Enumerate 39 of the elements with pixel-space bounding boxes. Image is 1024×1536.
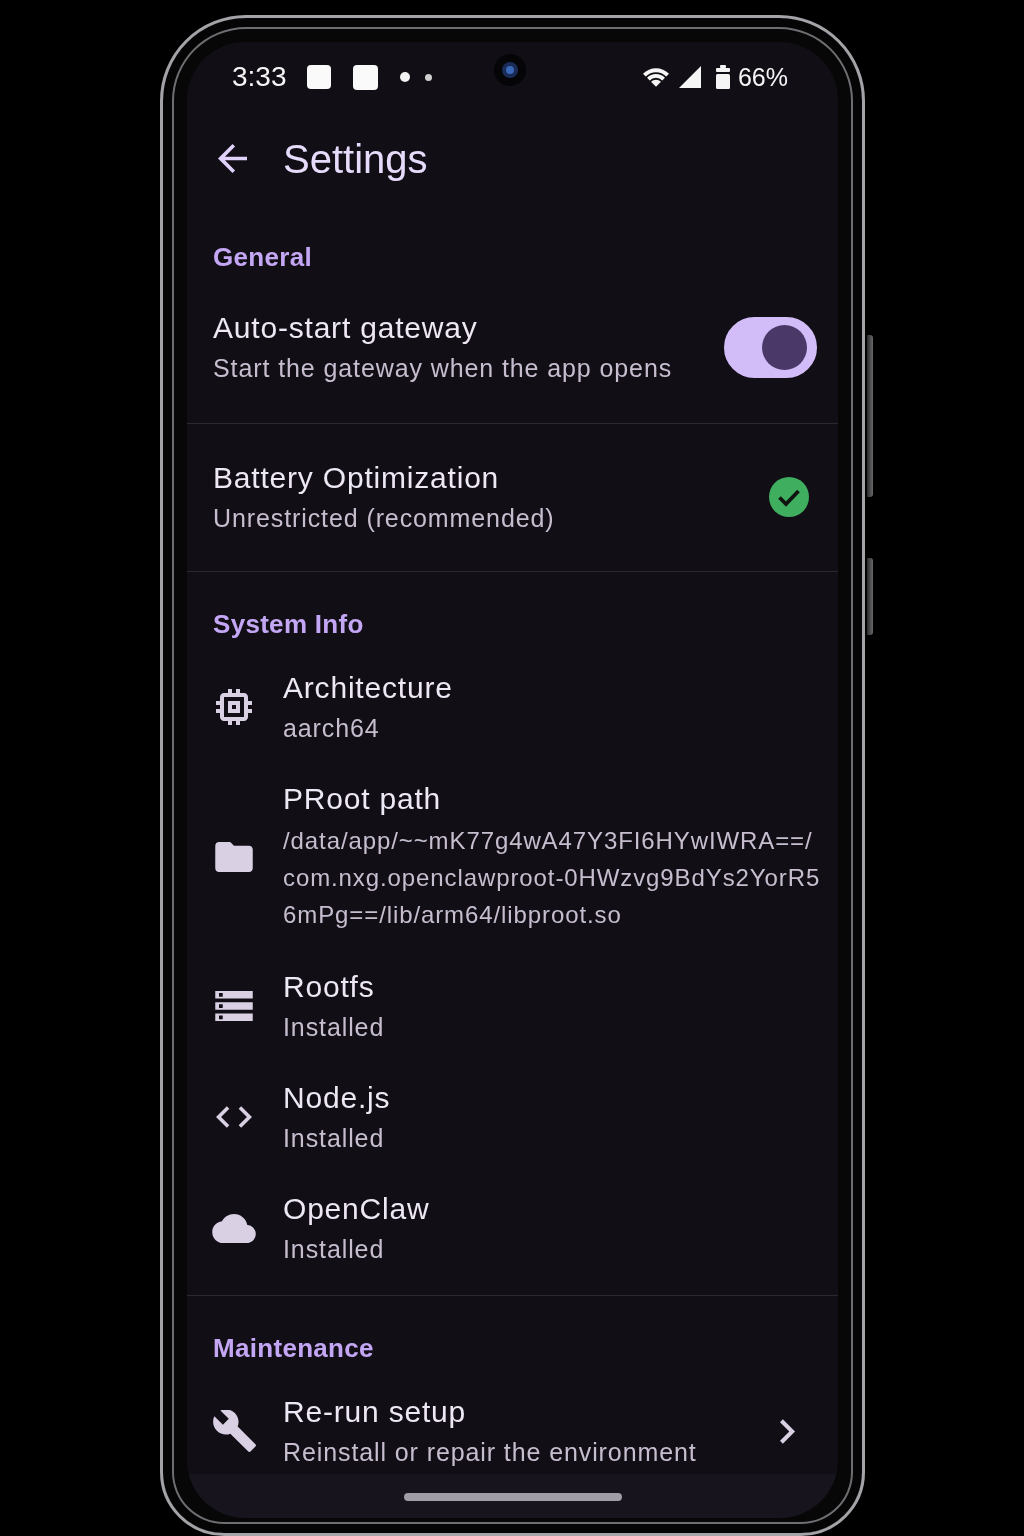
- setting-title: Architecture: [283, 670, 453, 706]
- status-time: 3:33: [232, 61, 287, 93]
- screen-title: Settings: [283, 135, 428, 182]
- setting-title: Battery Optimization: [213, 460, 500, 496]
- dot-icon: [424, 73, 432, 81]
- storage-icon: [215, 991, 253, 1021]
- setting-subtitle: aarch64: [283, 713, 380, 744]
- notification-icon: [352, 64, 378, 90]
- cloud-icon: [212, 1213, 256, 1243]
- section-header: System Info: [213, 608, 364, 640]
- toggle-switch[interactable]: [724, 316, 817, 378]
- wifi-icon: [642, 67, 669, 87]
- signal-icon: [678, 66, 701, 88]
- path-text: /data/app/~~mK77g4wA47Y3FI6HYwIWRA==/ com.nxg.openclawproot-0HWzvg9BdYs2YorR5 6mPg==/lib/arm64/libproot.so: [283, 826, 821, 930]
- setting-title: Auto-start gateway: [213, 310, 478, 346]
- battery-icon: [715, 65, 730, 89]
- folder-icon: [215, 841, 253, 872]
- setting-title[interactable]: Re-run setup: [283, 1393, 467, 1431]
- setting-subtitle: Start the gateway when the app opens: [213, 353, 673, 384]
- chevron-right-icon[interactable]: [780, 1418, 795, 1444]
- setting-title: PRoot path: [283, 781, 442, 817]
- camera-lens-icon: [494, 54, 526, 86]
- back-arrow-icon[interactable]: [218, 144, 247, 173]
- setting-title: Node.js: [283, 1080, 391, 1116]
- setting-subtitle: Installed: [283, 1012, 385, 1043]
- chip-icon: [216, 689, 252, 725]
- code-icon: [216, 1106, 252, 1128]
- setting-subtitle: Reinstall or repair the environment: [283, 1437, 697, 1468]
- battery-percent: 66%: [737, 62, 788, 92]
- setting-subtitle: Installed: [283, 1123, 385, 1154]
- setting-title: OpenClaw: [283, 1191, 430, 1227]
- dot-icon: [399, 72, 410, 82]
- section-header: Maintenance: [213, 1332, 374, 1364]
- setting-title: Rootfs: [283, 969, 375, 1005]
- notification-icon: [306, 65, 331, 89]
- section-header: General: [213, 241, 312, 273]
- wrench-icon: [212, 1410, 256, 1452]
- setting-subtitle: Installed: [283, 1234, 385, 1265]
- setting-subtitle: Unrestricted (recommended): [213, 503, 555, 534]
